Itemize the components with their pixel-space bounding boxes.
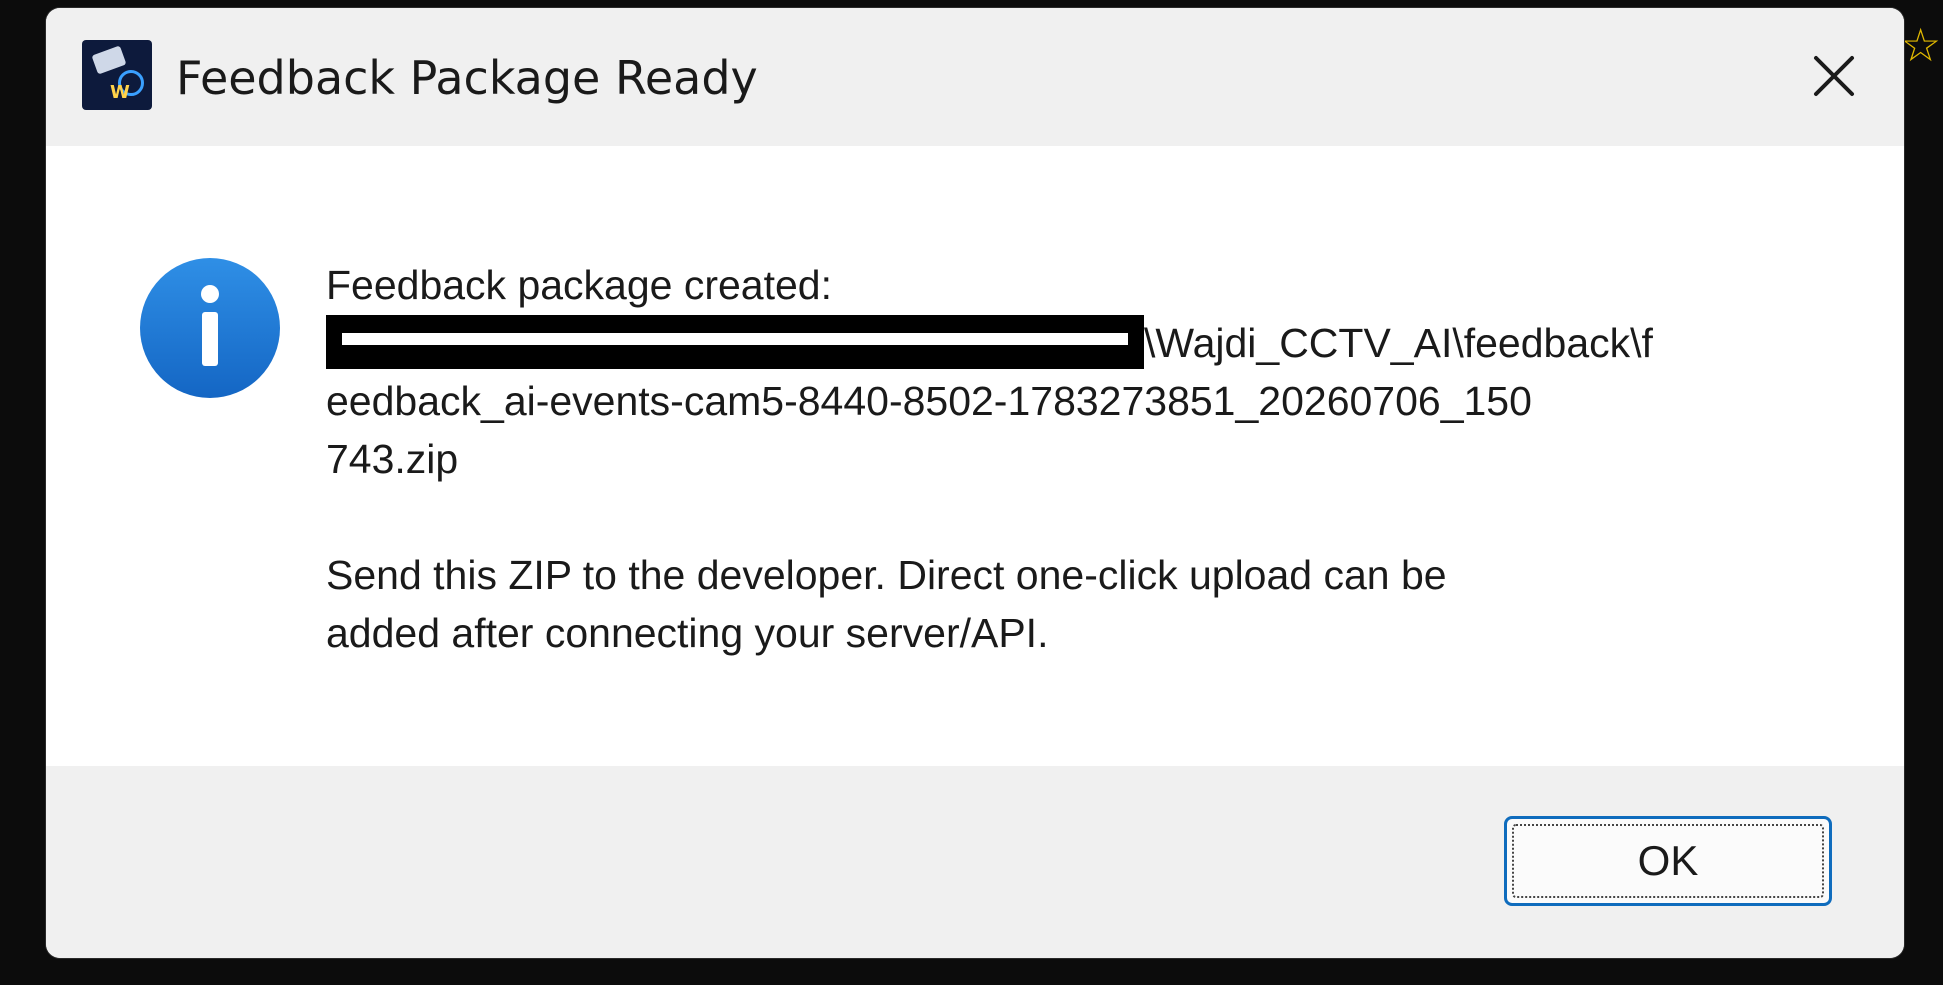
camera-shape — [91, 45, 127, 75]
redacted-path — [326, 315, 1144, 369]
background-star-icon: ☆ — [1900, 18, 1942, 72]
instructions-line-1: Send this ZIP to the developer. Direct o… — [326, 552, 1447, 598]
close-button[interactable] — [1804, 46, 1864, 106]
close-icon — [1814, 56, 1854, 96]
info-icon — [138, 256, 282, 400]
message-text: Feedback package created: \Wajdi_CCTV_AI… — [326, 256, 1806, 662]
file-path-line-1: \Wajdi_CCTV_AI\feedback\f — [326, 314, 1806, 372]
desktop-screen: ☆ W Feedback Package Ready Feedback pack… — [0, 0, 1943, 985]
file-path-part: \Wajdi_CCTV_AI\feedback\f — [1144, 320, 1653, 366]
ok-button-label: OK — [1637, 837, 1699, 884]
file-path-line-2: eedback_ai-events-cam5-8440-8502-1783273… — [326, 378, 1532, 424]
dialog-content: Feedback package created: \Wajdi_CCTV_AI… — [46, 146, 1904, 766]
dialog-titlebar: W Feedback Package Ready — [46, 8, 1904, 146]
message-heading: Feedback package created: — [326, 262, 832, 308]
dialog-title: Feedback Package Ready — [176, 51, 758, 105]
file-path-line-3: 743.zip — [326, 436, 459, 482]
instructions-line-2: added after connecting your server/API. — [326, 610, 1049, 656]
dialog-footer: OK — [46, 766, 1904, 958]
ok-button[interactable]: OK — [1504, 816, 1832, 906]
app-cctv-icon: W — [82, 40, 152, 110]
app-mark: W — [110, 82, 130, 103]
feedback-dialog: W Feedback Package Ready Feedback packag… — [46, 8, 1904, 958]
